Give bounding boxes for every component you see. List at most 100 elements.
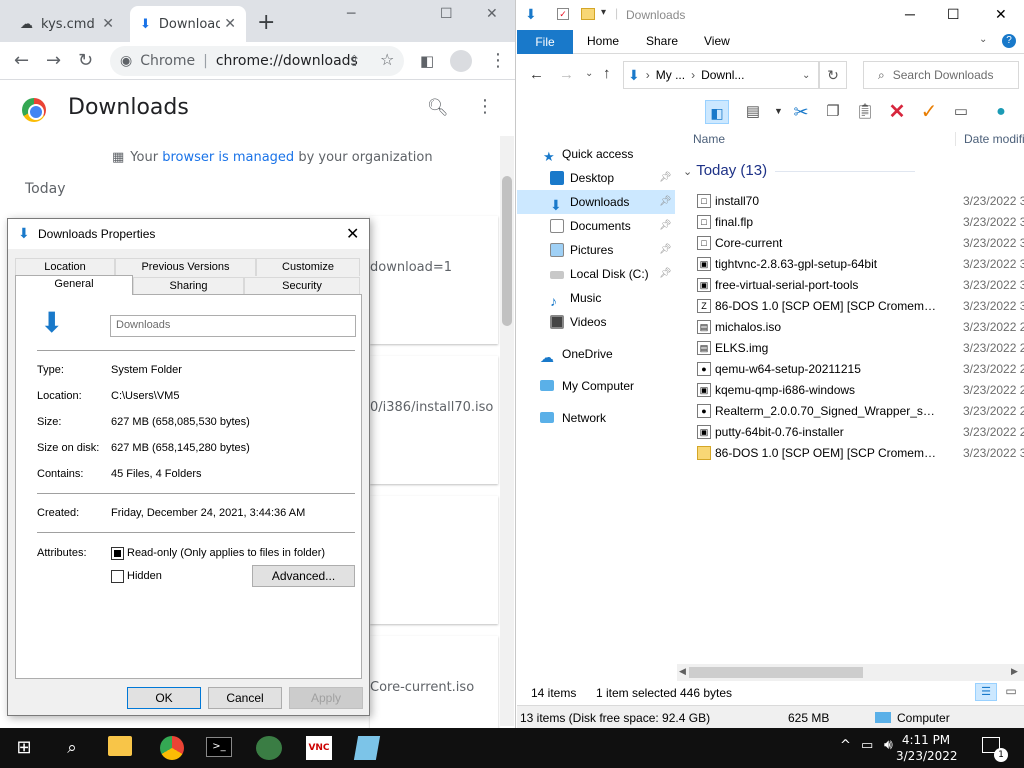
vnc-viewer-icon[interactable]: VNC [306, 736, 332, 760]
large-icons-view-icon[interactable]: ▭ [1001, 683, 1021, 701]
file-row[interactable]: ● Realterm_2.0.0.70_Signed_Wrapper_setup 3… [677, 401, 1024, 422]
back-arrow-icon[interactable]: ← [14, 50, 29, 71]
nav-item-my-computer[interactable]: My Computer [517, 374, 675, 398]
file-row[interactable]: □ Core-current 3/23/2022 3:1 [677, 233, 1024, 254]
scroll-left-icon[interactable]: ◀ [679, 666, 686, 677]
tab-customize[interactable]: Customize [256, 258, 360, 276]
tab-general[interactable]: General [15, 275, 133, 295]
file-row[interactable]: ▣ putty-64bit-0.76-installer 3/23/2022 2:4 [677, 422, 1024, 443]
properties-toolbar-icon[interactable]: ▭ [949, 100, 973, 124]
column-header-date[interactable]: Date modifie [955, 132, 1024, 146]
nav-item-downloads[interactable]: ⬇ Downloads 📌︎ [517, 190, 675, 214]
volume-icon[interactable]: 🔊︎ [884, 737, 893, 753]
chrome-menu-icon[interactable]: ⋮ [489, 50, 507, 71]
search-icon[interactable]: ⌕ [58, 734, 86, 762]
file-row[interactable]: Z 86-DOS 1.0 [SCP OEM] [SCP Cromemco ... 3… [677, 296, 1024, 317]
nav-item-pictures[interactable]: Pictures 📌︎ [517, 238, 675, 262]
close-window-button[interactable]: ✕ [995, 6, 1007, 23]
back-arrow-icon[interactable]: ← [529, 66, 544, 83]
tab-kys-cmd[interactable]: ☁ kys.cmd / ✕ [10, 6, 124, 42]
close-window-button[interactable]: ✕ [486, 6, 498, 22]
tab-downloads[interactable]: ⬇ Download ✕ [130, 6, 246, 42]
file-row[interactable]: ▣ kqemu-qmp-i686-windows 3/23/2022 2:5 [677, 380, 1024, 401]
dialog-close-button[interactable]: ✕ [346, 224, 359, 244]
new-tab-button[interactable]: + [257, 10, 275, 35]
download-card[interactable]: download=1 [370, 216, 498, 344]
page-scrollbar[interactable] [500, 136, 514, 726]
profile-avatar-icon[interactable] [450, 50, 472, 72]
network-tray-icon[interactable]: ▭ [861, 738, 873, 753]
advanced-button[interactable]: Advanced... [252, 565, 355, 587]
file-row[interactable]: ● qemu-w64-setup-20211215 3/23/2022 2:5 [677, 359, 1024, 380]
ribbon-tab-share[interactable]: Share [646, 34, 678, 48]
ribbon-tab-view[interactable]: View [704, 34, 730, 48]
layout-dropdown-icon[interactable]: ▼ [774, 106, 783, 116]
scroll-right-icon[interactable]: ▶ [1011, 666, 1018, 677]
tab-location[interactable]: Location [15, 258, 115, 276]
breadcrumb-downloads[interactable]: Downl... [701, 68, 744, 82]
nav-item-videos[interactable]: Videos [517, 310, 675, 334]
file-row[interactable]: ▣ free-virtual-serial-port-tools 3/23/2022… [677, 275, 1024, 296]
pin-icon[interactable]: 📌︎ [659, 262, 672, 286]
up-arrow-icon[interactable]: ↑ [603, 65, 611, 82]
notepad-app-icon[interactable] [353, 736, 381, 760]
ribbon-expand-icon[interactable]: ⌄ [979, 34, 987, 45]
delete-icon[interactable]: ✕ [885, 100, 909, 124]
minimize-button[interactable]: ─ [905, 6, 915, 22]
refresh-icon[interactable]: ↻ [819, 61, 847, 89]
search-input[interactable]: ⌕ Search Downloads [863, 61, 1019, 89]
file-explorer-icon[interactable] [108, 736, 132, 756]
column-header-name[interactable]: Name [693, 132, 725, 146]
tab-security[interactable]: Security [244, 277, 360, 295]
breadcrumb-my-computer[interactable]: My ... [656, 68, 685, 82]
file-row[interactable]: □ install70 3/23/2022 3:4 [677, 191, 1024, 212]
bookmark-star-icon[interactable]: ☆ [380, 50, 394, 69]
pin-icon[interactable]: 📌︎ [659, 166, 672, 190]
forward-arrow-icon[interactable]: → [559, 66, 574, 83]
tab-previous-versions[interactable]: Previous Versions [115, 258, 256, 276]
chrome-icon[interactable] [160, 736, 184, 760]
pin-icon[interactable]: 📌︎ [659, 214, 672, 238]
tab-sharing[interactable]: Sharing [133, 277, 244, 295]
paste-icon[interactable]: 📋︎ [853, 100, 877, 124]
apply-button[interactable]: Apply [289, 687, 363, 709]
forward-arrow-icon[interactable]: → [46, 50, 61, 71]
recent-locations-icon[interactable]: ⌄ [585, 68, 593, 79]
nav-item-quick-access[interactable]: ★ Quick access [517, 142, 675, 166]
nav-item-music[interactable]: ♪ Music [517, 286, 675, 310]
nav-item-network[interactable]: Network [517, 406, 675, 430]
file-row[interactable]: □ final.flp 3/23/2022 3:2 [677, 212, 1024, 233]
ok-button[interactable]: OK [127, 687, 201, 709]
maximize-button[interactable]: ☐ [440, 6, 453, 22]
file-row[interactable]: 86-DOS 1.0 [SCP OEM] [SCP Cromemco ... 3/… [677, 443, 1024, 464]
layout-icon[interactable]: ▤ [741, 100, 765, 124]
rename-check-icon[interactable]: ✓ [917, 100, 941, 124]
readonly-checkbox[interactable] [111, 547, 124, 560]
address-bar[interactable]: ⬇ › My ... › Downl... ⌄ [623, 61, 819, 89]
quick-access-dropdown-icon[interactable]: ▾ [601, 7, 606, 18]
minimize-button[interactable]: ─ [347, 6, 355, 22]
command-prompt-icon[interactable]: >_ [206, 737, 232, 757]
folder-name-field[interactable]: Downloads [110, 315, 356, 337]
close-tab-icon[interactable]: ✕ [102, 16, 114, 32]
network-globe-icon[interactable]: ● [989, 100, 1013, 124]
nav-item-onedrive[interactable]: ☁ OneDrive [517, 342, 675, 366]
nav-item-local-disk[interactable]: Local Disk (C:) 📌︎ [517, 262, 675, 286]
more-options-icon[interactable]: ⋮ [476, 96, 494, 117]
close-tab-icon[interactable]: ✕ [224, 16, 236, 32]
download-card[interactable]: Core-current.iso [370, 636, 498, 728]
pin-icon[interactable]: 📌︎ [659, 238, 672, 262]
cancel-button[interactable]: Cancel [208, 687, 282, 709]
ribbon-tab-file[interactable]: File [517, 30, 573, 54]
reload-icon[interactable]: ↻ [78, 50, 93, 71]
share-icon[interactable]: ⇪ [348, 52, 361, 70]
properties-icon[interactable]: ✓ [557, 8, 569, 20]
search-icon[interactable]: 🔍︎ [427, 98, 449, 118]
group-header-today[interactable]: ⌄ Today (13) [683, 162, 916, 179]
details-view-icon[interactable]: ☰ [975, 683, 997, 701]
cut-icon[interactable]: ✂ [789, 100, 813, 124]
download-card[interactable] [370, 496, 498, 624]
file-row[interactable]: ▤ ELKS.img 3/23/2022 2:5 [677, 338, 1024, 359]
taskbar-clock[interactable]: 4:11 PM 3/23/2022 [896, 732, 958, 764]
windows-start-icon[interactable]: ⊞ [10, 734, 38, 762]
